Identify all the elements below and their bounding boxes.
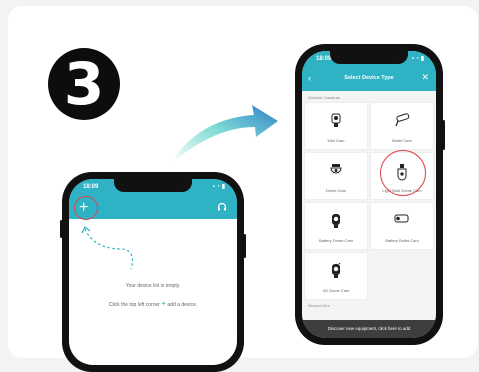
- status-icons: ▪ ◔ ▮: [212, 184, 225, 190]
- device-label: Bullet Cam: [392, 138, 412, 143]
- status-time: 18:09: [83, 184, 99, 190]
- discover-banner[interactable]: Discover new equipment, click here to ad…: [302, 320, 436, 338]
- status-time: 18:09: [316, 56, 332, 62]
- device-tile-battery-bullet-cam[interactable]: Battery Bullet Cam: [370, 202, 434, 250]
- device-tile-dome-cam[interactable]: Dome Cam: [304, 152, 368, 200]
- highlight-circle: [74, 196, 98, 220]
- phone-side-button: [243, 234, 246, 258]
- device-tile-mini-cam[interactable]: Mini Cam: [304, 102, 368, 150]
- dashed-pointer-icon: [81, 226, 134, 270]
- phone-notch: [330, 51, 408, 64]
- bullet-cam-icon: [395, 113, 410, 127]
- close-icon[interactable]: ✕: [421, 72, 429, 83]
- phone-side-button: [60, 220, 63, 238]
- phone-notch: [114, 179, 192, 192]
- 4g-dome-cam-icon: [332, 263, 341, 278]
- select-device-screen: 18:09 ▪ ◔ ▮ ‹ Select Device Type ✕ Outdo…: [302, 51, 436, 338]
- mini-cam-icon: [331, 113, 341, 127]
- headset-icon[interactable]: [217, 202, 227, 215]
- section-outdoor-cameras: Outdoor Cameras: [308, 95, 340, 100]
- status-icons: ▪ ◔ ▮: [411, 56, 424, 62]
- device-tile-bullet-cam[interactable]: Bullet Cam: [370, 102, 434, 150]
- section-second-arm: Second Arm: [308, 303, 330, 308]
- hint-prefix: Click the top left corner: [108, 302, 160, 308]
- battery-bullet-cam-icon: [394, 214, 409, 223]
- step-badge: 3: [48, 48, 120, 120]
- device-label: Battery Dome Cam: [318, 238, 353, 243]
- device-tile-battery-dome-cam[interactable]: Battery Dome Cam: [304, 202, 368, 250]
- empty-list-text: Your device list is empty.: [125, 283, 181, 289]
- device-label: Dome Cam: [325, 188, 347, 193]
- phone-home: 18:09 ▪ ◔ ▮ + Your device list is empty.…: [60, 172, 246, 372]
- device-tile-4g-dome-cam[interactable]: 4G Dome Cam: [304, 252, 368, 300]
- highlight-circle: [380, 150, 426, 196]
- plus-icon: +: [161, 299, 167, 308]
- home-screen: 18:09 ▪ ◔ ▮ + Your device list is empty.…: [69, 179, 237, 365]
- dome-cam-icon: [330, 164, 342, 174]
- device-label: 4G Dome Cam: [322, 288, 350, 293]
- hint-suffix: add a device.: [167, 302, 198, 308]
- phone-side-button: [442, 120, 445, 150]
- page-title: Select Device Type: [344, 75, 394, 81]
- arrow-icon: [172, 105, 278, 163]
- phone-select-device: 18:09 ▪ ◔ ▮ ‹ Select Device Type ✕ Outdo…: [295, 44, 445, 345]
- device-label: Mini Cam: [327, 138, 345, 143]
- empty-list-hint: Click the top left corner + add a device…: [69, 299, 237, 308]
- battery-dome-cam-icon: [332, 214, 340, 228]
- device-label: Battery Bullet Cam: [385, 238, 419, 243]
